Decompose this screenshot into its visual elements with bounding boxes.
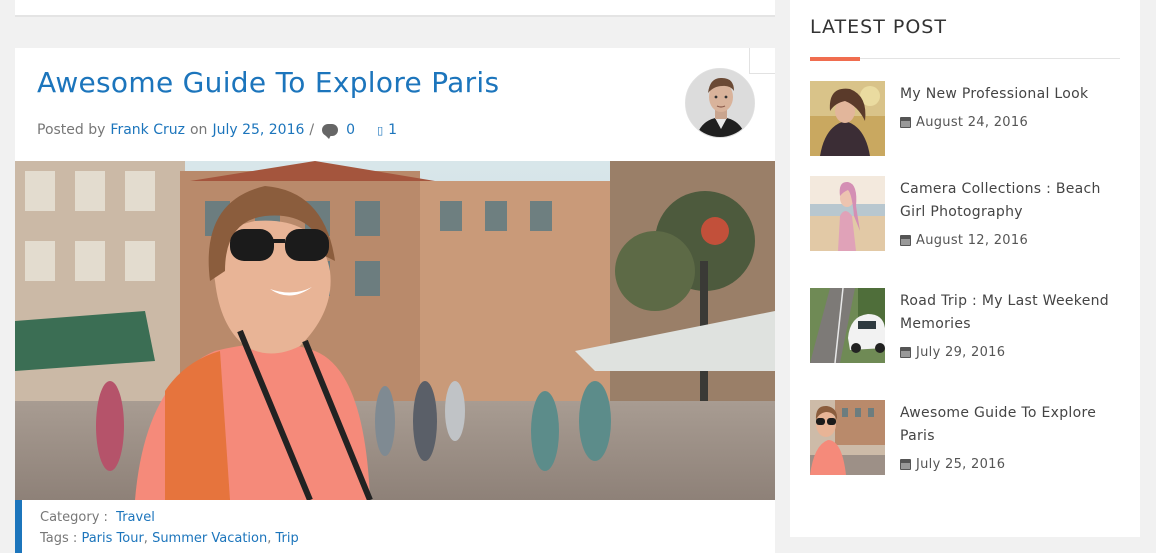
latest-post-title[interactable]: Awesome Guide To Explore Paris [900, 402, 1120, 448]
posted-by-label: Posted by [37, 122, 106, 138]
category-link[interactable]: Travel [116, 510, 155, 525]
post-corner-tab [749, 48, 775, 74]
latest-post-date-text: July 25, 2016 [916, 457, 1006, 472]
latest-post-date-text: August 24, 2016 [916, 115, 1029, 130]
post-meta: Posted by Frank Cruz on July 25, 2016 / … [37, 122, 397, 139]
like-icon[interactable]: ▯ [377, 124, 383, 137]
latest-post-thumbnail[interactable] [810, 176, 885, 251]
latest-post-thumbnail[interactable] [810, 400, 885, 475]
tag-link[interactable]: Trip [276, 531, 299, 546]
latest-post-thumbnail[interactable] [810, 81, 885, 156]
sidebar-widget: LATEST POST My New Professional Look Aug… [790, 0, 1140, 537]
post-footer: Category : Travel Tags : Paris Tour, Sum… [15, 500, 775, 553]
meta-separator: / [309, 122, 315, 138]
latest-post-date: July 25, 2016 [900, 457, 1005, 472]
comments-count[interactable]: 0 [346, 122, 355, 138]
author-avatar[interactable] [685, 68, 755, 138]
calendar-icon [900, 347, 911, 358]
tags-row: Tags : Paris Tour, Summer Vacation, Trip [40, 531, 299, 546]
calendar-icon [900, 235, 911, 246]
latest-post-title[interactable]: My New Professional Look [900, 83, 1120, 106]
widget-accent-bar [810, 57, 860, 61]
latest-post-thumbnail[interactable] [810, 288, 885, 363]
category-row: Category : Travel [40, 507, 775, 528]
calendar-icon [900, 459, 911, 470]
latest-post-title[interactable]: Road Trip : My Last Weekend Memories [900, 290, 1120, 336]
latest-post-date: August 24, 2016 [900, 115, 1028, 130]
widget-title: LATEST POST [810, 16, 947, 38]
latest-post-date-text: August 12, 2016 [916, 233, 1029, 248]
latest-post-date: August 12, 2016 [900, 233, 1028, 248]
tags-label: Tags : [40, 531, 78, 546]
previous-post-card [15, 0, 775, 17]
likes-count[interactable]: 1 [388, 122, 397, 138]
category-label: Category : [40, 510, 108, 525]
comment-icon[interactable] [322, 124, 339, 139]
calendar-icon [900, 117, 911, 128]
post-date-link[interactable]: July 25, 2016 [212, 122, 304, 138]
tag-link[interactable]: Paris Tour [81, 531, 143, 546]
author-link[interactable]: Frank Cruz [110, 122, 185, 138]
post-card: Awesome Guide To Explore Paris Posted by… [15, 48, 775, 553]
tag-link[interactable]: Summer Vacation [152, 531, 267, 546]
latest-post-title[interactable]: Camera Collections : Beach Girl Photogra… [900, 178, 1120, 224]
on-label: on [189, 122, 208, 138]
latest-post-date: July 29, 2016 [900, 345, 1005, 360]
post-featured-image[interactable] [15, 161, 775, 500]
post-title[interactable]: Awesome Guide To Explore Paris [37, 66, 499, 99]
latest-post-date-text: July 29, 2016 [916, 345, 1006, 360]
